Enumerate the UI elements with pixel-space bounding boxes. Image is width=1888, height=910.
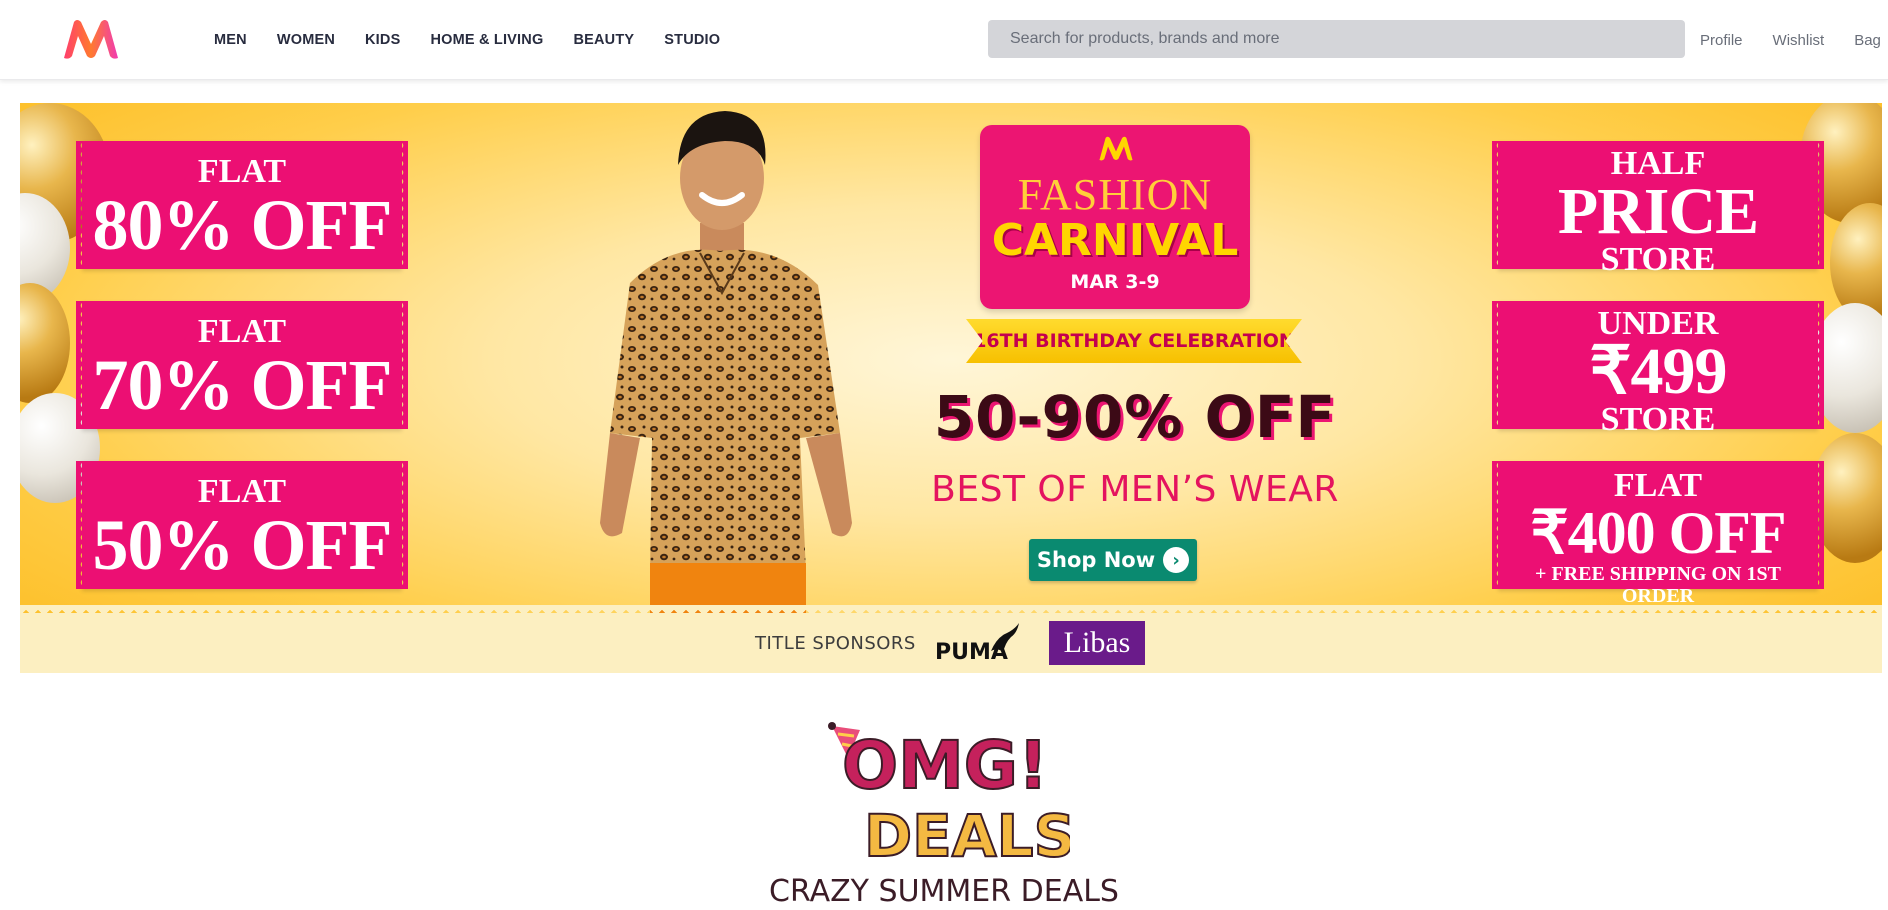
chevron-right-icon: › — [1163, 547, 1190, 573]
flat-400-off-tile[interactable]: FLAT ₹400 OFF + FREE SHIPPING ON 1ST ORD… — [1498, 461, 1824, 607]
shop-now-button[interactable]: Shop Now › — [1029, 539, 1197, 581]
offer-tile-50[interactable]: FLAT 50% OFF — [82, 461, 408, 589]
event-title-line2: CARNIVAL — [991, 215, 1239, 266]
half-price-store-tile[interactable]: HALF PRICE STORE — [1498, 141, 1824, 277]
deals-text: DEALS — [864, 802, 1070, 866]
nav-studio[interactable]: STUDIO — [664, 32, 720, 48]
nav-kids[interactable]: KIDS — [365, 32, 400, 48]
top-header: MEN WOMEN KIDS HOME & LIVING BEAUTY STUD… — [0, 0, 1888, 80]
sponsor-strip: TITLE SPONSORS PUMA Libas — [20, 605, 1882, 673]
event-title-line1: FASHION — [1017, 170, 1213, 219]
balloon-decoration — [20, 283, 70, 403]
header-actions: Profile Wishlist Bag — [1700, 0, 1881, 80]
offer-tile-top: FLAT — [197, 313, 287, 350]
wishlist-link[interactable]: Wishlist — [1773, 32, 1825, 49]
myntra-logo-small — [1099, 136, 1133, 161]
libas-logo[interactable]: Libas — [1049, 621, 1145, 665]
shop-now-label: Shop Now — [1036, 548, 1156, 572]
offer-tile-main: ₹400 OFF — [1530, 500, 1786, 566]
offer-tile-80[interactable]: FLAT 80% OFF — [82, 141, 408, 269]
title-sponsors-label: TITLE SPONSORS — [755, 633, 916, 654]
omg-deals-logo: OMG! DEALS — [828, 722, 1070, 866]
myntra-logo[interactable] — [60, 18, 122, 62]
model-image — [600, 111, 852, 613]
nav-women[interactable]: WOMEN — [277, 32, 335, 48]
fashion-carnival-banner[interactable]: FLAT 80% OFF FLAT 70% OFF FLAT 50% OFF F… — [20, 103, 1882, 673]
omg-text: OMG! — [842, 727, 1048, 804]
offer-tile-top: FLAT — [197, 153, 287, 190]
offer-tile-bottom: STORE — [1600, 401, 1716, 438]
offer-tile-70[interactable]: FLAT 70% OFF — [82, 301, 408, 429]
birthday-ribbon: 16TH BIRTHDAY CELEBRATION — [966, 319, 1302, 363]
nav-beauty[interactable]: BEAUTY — [573, 32, 634, 48]
search-input[interactable] — [1010, 30, 1685, 48]
offer-tile-bottom: STORE — [1600, 241, 1716, 278]
nav-men[interactable]: MEN — [214, 32, 247, 48]
offer-tile-main: 70% OFF — [92, 345, 393, 425]
offer-tile-bottom: + FREE SHIPPING ON 1ST ORDER — [1535, 563, 1781, 607]
main-nav: MEN WOMEN KIDS HOME & LIVING BEAUTY STUD… — [214, 0, 750, 80]
fashion-carnival-badge: FASHION CARNIVAL MAR 3-9 — [980, 125, 1250, 309]
puma-logo[interactable]: PUMA — [935, 621, 1025, 667]
discount-headline: 50-90% OFF — [933, 383, 1337, 451]
under-499-store-tile[interactable]: UNDER ₹499 STORE — [1498, 301, 1824, 437]
offer-tile-top: FLAT — [1613, 467, 1703, 504]
offer-tile-main: PRICE — [1557, 175, 1759, 248]
crazy-summer-deals-heading: CRAZY SUMMER DEALS — [769, 874, 1119, 909]
offer-tile-main: 50% OFF — [92, 505, 393, 585]
event-dates: MAR 3-9 — [1070, 271, 1160, 293]
offer-tile-top: FLAT — [197, 473, 287, 510]
nav-home-living[interactable]: HOME & LIVING — [430, 32, 543, 48]
profile-link[interactable]: Profile — [1700, 32, 1743, 49]
offer-tile-main: 80% OFF — [92, 185, 393, 265]
category-subtitle: BEST OF MEN’S WEAR — [931, 469, 1339, 510]
search-bar — [988, 20, 1685, 58]
offer-tile-main: ₹499 — [1589, 335, 1728, 408]
bag-link[interactable]: Bag — [1854, 32, 1881, 49]
